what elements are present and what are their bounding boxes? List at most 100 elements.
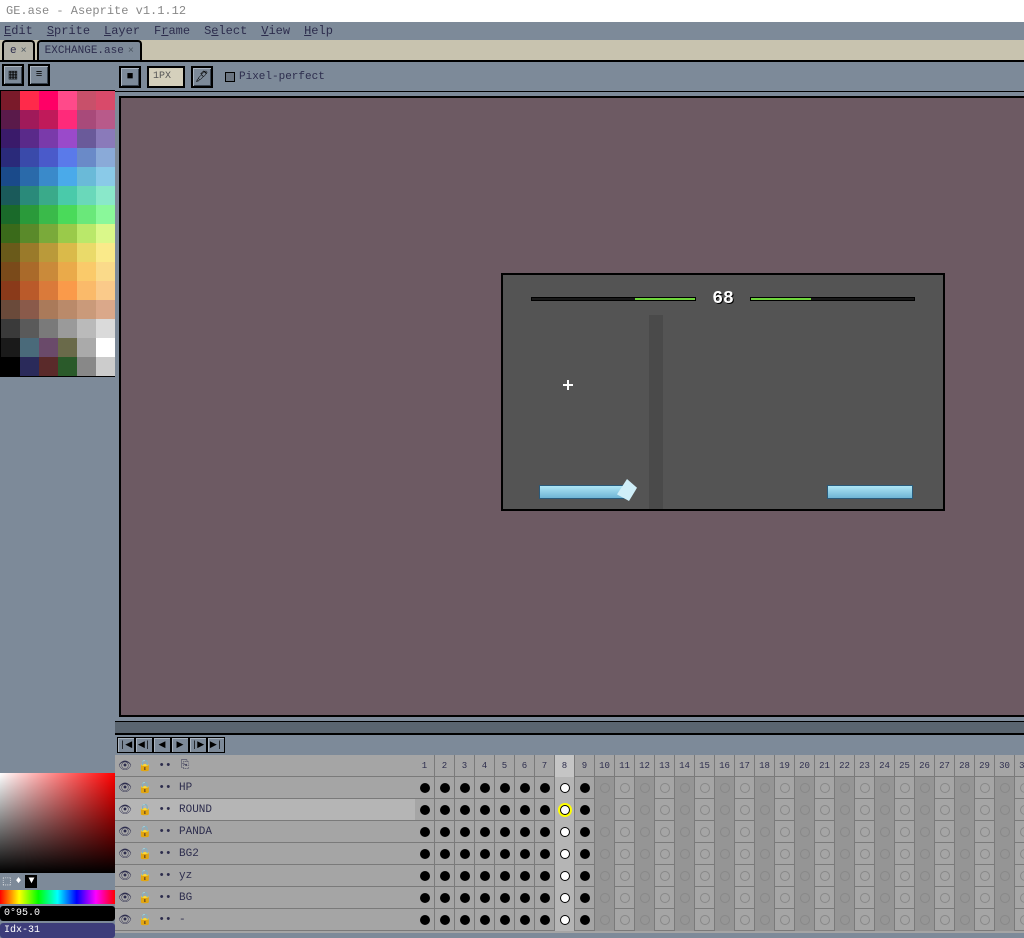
cel[interactable] (435, 909, 455, 931)
frame-number[interactable]: 19 (775, 755, 795, 777)
palette-swatch[interactable] (39, 205, 58, 224)
cel[interactable] (955, 865, 975, 887)
palette-swatch[interactable] (39, 262, 58, 281)
frame-number[interactable]: 11 (615, 755, 635, 777)
cel[interactable] (455, 821, 475, 843)
cel[interactable] (915, 799, 935, 821)
palette-swatch[interactable] (96, 281, 115, 300)
cel[interactable] (715, 865, 735, 887)
cel[interactable] (495, 843, 515, 865)
frame-number[interactable]: 14 (675, 755, 695, 777)
cel[interactable] (675, 843, 695, 865)
cel[interactable] (895, 843, 915, 865)
palette-swatch[interactable] (1, 110, 20, 129)
palette-swatch[interactable] (1, 357, 20, 376)
palette-swatch[interactable] (1, 224, 20, 243)
cel[interactable] (975, 799, 995, 821)
cel[interactable] (595, 821, 615, 843)
palette-swatch[interactable] (1, 186, 20, 205)
frame-number[interactable]: 16 (715, 755, 735, 777)
cel[interactable] (735, 887, 755, 909)
cel[interactable] (915, 865, 935, 887)
cel[interactable] (835, 909, 855, 931)
palette-swatch[interactable] (77, 91, 96, 110)
cel[interactable] (835, 865, 855, 887)
canvas-viewport[interactable]: 68 (119, 96, 1024, 717)
prev-frame-button[interactable]: ◀| (135, 737, 153, 753)
cel[interactable] (695, 799, 715, 821)
cel[interactable] (975, 887, 995, 909)
cel[interactable] (755, 887, 775, 909)
palette-swatch[interactable] (39, 129, 58, 148)
cel[interactable] (915, 843, 935, 865)
cel[interactable] (995, 777, 1015, 799)
cel[interactable] (955, 777, 975, 799)
cel[interactable] (1015, 777, 1024, 799)
cel[interactable] (415, 909, 435, 931)
layer-row[interactable]: 👁🔒••BG (115, 887, 415, 909)
visibility-icon[interactable]: 👁 (115, 869, 135, 883)
cel[interactable] (555, 887, 575, 909)
link-icon[interactable]: •• (155, 848, 175, 860)
cel[interactable] (775, 821, 795, 843)
lock-header-icon[interactable]: 🔒 (135, 759, 155, 773)
link-icon[interactable]: •• (155, 914, 175, 926)
cel[interactable] (795, 821, 815, 843)
cel[interactable] (795, 843, 815, 865)
cel[interactable] (655, 843, 675, 865)
cel[interactable] (815, 909, 835, 931)
cel[interactable] (995, 909, 1015, 931)
cel[interactable] (515, 865, 535, 887)
cel[interactable] (655, 777, 675, 799)
lock-icon[interactable]: 🔒 (135, 847, 155, 861)
cel[interactable] (535, 887, 555, 909)
cel[interactable] (855, 777, 875, 799)
cel[interactable] (755, 843, 775, 865)
palette-swatch[interactable] (58, 205, 77, 224)
palette-swatch[interactable] (58, 319, 77, 338)
cel[interactable] (595, 865, 615, 887)
palette-swatch[interactable] (20, 281, 39, 300)
palette-swatch[interactable] (77, 357, 96, 376)
cel[interactable] (655, 821, 675, 843)
palette-swatch[interactable] (1, 319, 20, 338)
cel[interactable] (875, 777, 895, 799)
menu-help[interactable]: Help (304, 24, 333, 38)
frame-number[interactable]: 26 (915, 755, 935, 777)
lock-icon[interactable]: 🔒 (135, 781, 155, 795)
cel[interactable] (975, 777, 995, 799)
cel[interactable] (635, 777, 655, 799)
cel[interactable] (475, 843, 495, 865)
cel[interactable] (615, 887, 635, 909)
cel[interactable] (415, 799, 435, 821)
cel[interactable] (875, 799, 895, 821)
palette-swatch[interactable] (58, 338, 77, 357)
frame-number[interactable]: 28 (955, 755, 975, 777)
cel[interactable] (1015, 799, 1024, 821)
dropper-icon[interactable]: ♦ (15, 876, 21, 887)
cel[interactable] (875, 865, 895, 887)
cel[interactable] (935, 865, 955, 887)
cel[interactable] (955, 799, 975, 821)
palette-swatch[interactable] (1, 205, 20, 224)
cel[interactable] (975, 865, 995, 887)
close-icon[interactable]: × (128, 46, 134, 57)
cel[interactable] (775, 843, 795, 865)
palette-swatch[interactable] (77, 224, 96, 243)
cel[interactable] (635, 909, 655, 931)
link-icon[interactable]: •• (155, 892, 175, 904)
cel[interactable] (835, 799, 855, 821)
cel[interactable] (735, 777, 755, 799)
visibility-header-icon[interactable]: 👁 (115, 759, 135, 773)
cel[interactable] (535, 799, 555, 821)
palette-swatch[interactable] (58, 357, 77, 376)
cel[interactable] (475, 777, 495, 799)
lock-icon[interactable]: 🔒 (135, 891, 155, 905)
cel[interactable] (635, 821, 655, 843)
cel[interactable] (915, 887, 935, 909)
cel[interactable] (455, 865, 475, 887)
cel[interactable] (575, 777, 595, 799)
cel[interactable] (855, 865, 875, 887)
cel[interactable] (935, 821, 955, 843)
cel[interactable] (415, 887, 435, 909)
